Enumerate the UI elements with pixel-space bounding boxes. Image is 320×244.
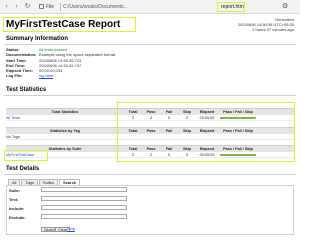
generated-ago: 2 hours 47 minutes ago bbox=[252, 27, 294, 32]
details-heading: Test Details bbox=[6, 166, 40, 172]
no-tags-label: No Tags bbox=[6, 135, 20, 139]
all-tests-link[interactable]: All Tests bbox=[6, 115, 124, 120]
summary-heading: Summary Information bbox=[6, 36, 69, 42]
browser-address-bar: ‹ › ↻ File C:/Users/snaks/Documents... r… bbox=[0, 0, 300, 14]
summary-table: Status: All tests passed Documentation: Ex… bbox=[6, 47, 116, 79]
url-highlight-box bbox=[217, 2, 245, 12]
generated-info: Generated 20240606 14:50:39 UTC+05:30 2 … bbox=[238, 17, 294, 32]
file-icon bbox=[39, 4, 44, 9]
refresh-icon[interactable]: ↻ bbox=[24, 3, 31, 10]
help-link[interactable]: Help bbox=[67, 227, 75, 231]
settings-icon[interactable]: ⚙ bbox=[282, 3, 288, 10]
search-panel: Suite: Test: Include: Exclude: Search Cl… bbox=[6, 185, 294, 235]
include-field-label: Include: bbox=[9, 206, 25, 211]
statistics-heading: Test Statistics bbox=[6, 87, 47, 93]
url-path[interactable]: C:/Users/snaks/Documents... bbox=[63, 4, 128, 10]
test-field-label: Test: bbox=[9, 197, 19, 202]
suite-field-label: Suite: bbox=[9, 188, 21, 193]
columns-highlight-box bbox=[117, 102, 295, 162]
divider bbox=[4, 174, 296, 175]
summary-row: Log File: log.html bbox=[6, 73, 54, 79]
divider bbox=[4, 44, 296, 45]
suite-input[interactable] bbox=[41, 187, 127, 192]
forward-icon[interactable]: › bbox=[13, 3, 20, 10]
exclude-input[interactable] bbox=[41, 214, 127, 219]
log-file-link[interactable]: log.html bbox=[39, 73, 53, 78]
test-input[interactable] bbox=[41, 196, 127, 201]
divider bbox=[4, 95, 296, 96]
protocol-label: File bbox=[46, 3, 55, 10]
exclude-field-label: Exclude: bbox=[9, 215, 26, 220]
title-highlight-box bbox=[3, 17, 136, 32]
back-icon[interactable]: ‹ bbox=[3, 3, 10, 10]
include-input[interactable] bbox=[41, 205, 127, 210]
suite-highlight-box bbox=[4, 150, 48, 161]
divider bbox=[60, 3, 61, 11]
